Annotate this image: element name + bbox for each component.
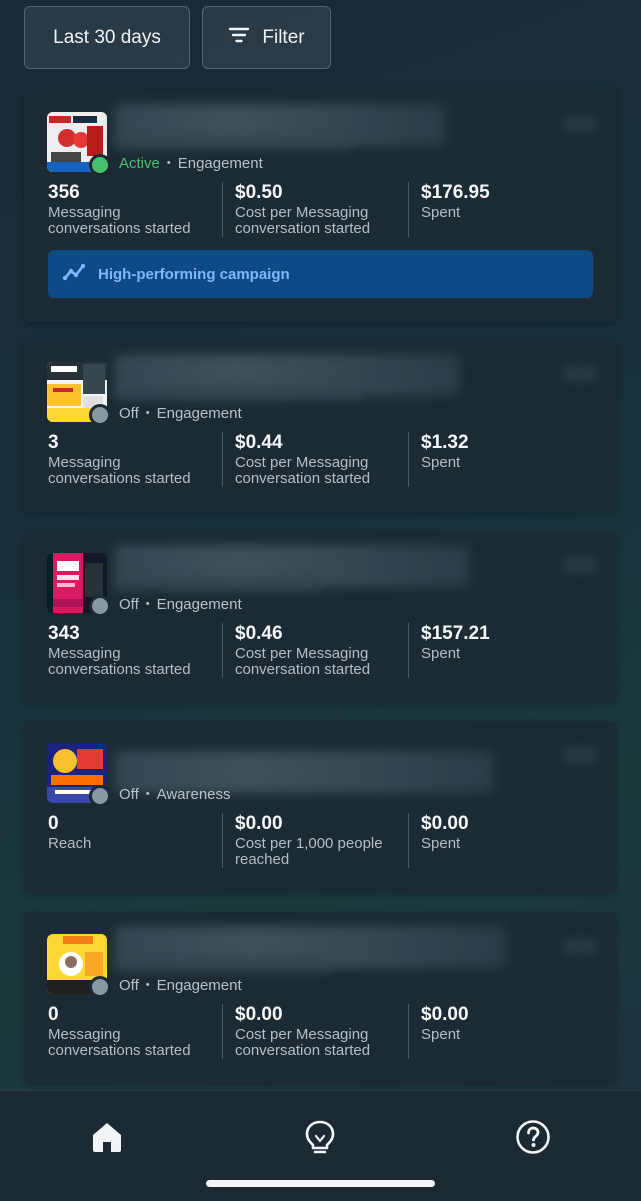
metric-spent: $176.95 Spent — [408, 182, 578, 237]
status-text: Active — [119, 155, 160, 172]
metric-label: Cost per Messaging conversation started — [235, 645, 371, 678]
more-options-button[interactable] — [563, 938, 597, 954]
metric-value: 0 — [48, 813, 59, 834]
help-icon[interactable] — [515, 1119, 551, 1155]
metric-value: $176.95 — [421, 182, 490, 203]
metric-value: $157.21 — [421, 623, 490, 644]
metric-spent: $0.00 Spent — [408, 1004, 578, 1059]
status-indicator — [89, 595, 111, 617]
trend-up-icon — [62, 262, 86, 286]
objective-text: Engagement — [156, 405, 242, 422]
more-options-button[interactable] — [563, 557, 597, 573]
metric-cost: $0.50 Cost per Messaging conversation st… — [222, 182, 408, 237]
metric-value: 356 — [48, 182, 80, 203]
metric-label: Spent — [421, 1026, 461, 1043]
metric-label: Reach — [48, 835, 92, 852]
campaign-name-redacted-line2 — [114, 386, 364, 400]
metric-label: Spent — [421, 454, 461, 471]
status-indicator — [89, 976, 111, 998]
high-performing-banner[interactable]: High-performing campaign — [48, 250, 593, 298]
date-range-button[interactable]: Last 30 days — [24, 6, 190, 69]
metrics-row: 356 Messaging conversations started $0.5… — [48, 182, 578, 237]
objective-text: Engagement — [177, 155, 263, 172]
home-icon[interactable] — [89, 1119, 125, 1155]
objective-text: Engagement — [156, 596, 242, 613]
status-text: Off — [119, 596, 139, 613]
metric-value: 3 — [48, 432, 59, 453]
campaign-name-redacted-line2 — [114, 958, 334, 972]
date-range-label: Last 30 days — [53, 26, 161, 48]
status-text: Off — [119, 405, 139, 422]
metric-label: Spent — [421, 835, 461, 852]
metric-value: $0.00 — [421, 813, 469, 834]
metrics-row: 0 Messaging conversations started $0.00 … — [48, 1004, 578, 1059]
metric-value: $1.32 — [421, 432, 469, 453]
metric-label: Messaging conversations started — [48, 204, 191, 237]
metric-cost: $0.44 Cost per Messaging conversation st… — [222, 432, 408, 487]
status-indicator — [89, 154, 111, 176]
metrics-row: 3 Messaging conversations started $0.44 … — [48, 432, 578, 487]
metric-value: $0.00 — [235, 1004, 283, 1025]
campaign-card[interactable]: Off • Engagement 0 Messaging conversations… — [24, 912, 617, 1084]
metric-spent: $1.32 Spent — [408, 432, 578, 487]
metric-value: $0.00 — [235, 813, 283, 834]
status-indicator — [89, 785, 111, 807]
objective-text: Engagement — [156, 977, 242, 994]
metric-label: Cost per Messaging conversation started — [235, 1026, 371, 1059]
more-options-button[interactable] — [563, 116, 597, 132]
metric-label: Messaging conversations started — [48, 454, 191, 487]
status-text: Off — [119, 977, 139, 994]
filter-label: Filter — [262, 26, 305, 48]
metric-label: Cost per Messaging conversation started — [235, 454, 371, 487]
metric-value: $0.44 — [235, 432, 283, 453]
home-indicator[interactable] — [206, 1180, 435, 1187]
campaign-name-redacted-line2 — [114, 136, 354, 150]
campaign-status-line: Active • Engagement — [119, 155, 263, 172]
filter-icon — [228, 26, 250, 50]
metric-label: Cost per 1,000 people reached — [235, 835, 383, 868]
metric-cost: $0.00 Cost per Messaging conversation st… — [222, 1004, 408, 1059]
metric-results: 0 Reach — [48, 813, 222, 868]
campaign-card[interactable]: Off • Awareness 0 Reach $0.00 Cost per 1,0… — [24, 721, 617, 893]
metric-results: 0 Messaging conversations started — [48, 1004, 222, 1059]
metric-label: Messaging conversations started — [48, 645, 191, 678]
metric-value: $0.50 — [235, 182, 283, 203]
campaign-card[interactable]: Off • Engagement 343 Messaging conversatio… — [24, 531, 617, 703]
campaign-status-line: Off • Engagement — [119, 405, 242, 422]
metric-cost: $0.00 Cost per 1,000 people reached — [222, 813, 408, 868]
more-options-button[interactable] — [563, 366, 597, 382]
metrics-row: 0 Reach $0.00 Cost per 1,000 people reac… — [48, 813, 578, 868]
status-text: Off — [119, 786, 139, 803]
metrics-row: 343 Messaging conversations started $0.4… — [48, 623, 578, 678]
metric-label: Spent — [421, 204, 461, 221]
objective-text: Awareness — [156, 786, 231, 803]
metric-results: 356 Messaging conversations started — [48, 182, 222, 237]
metric-value: 343 — [48, 623, 80, 644]
campaign-status-line: Off • Awareness — [119, 786, 231, 803]
campaign-status-line: Off • Engagement — [119, 596, 242, 613]
more-options-button[interactable] — [563, 747, 597, 763]
campaign-card[interactable]: Off • Engagement 3 Messaging conversations… — [24, 340, 617, 512]
campaign-card[interactable]: Active • Engagement 356 Messaging conversa… — [24, 90, 617, 322]
filter-button[interactable]: Filter — [202, 6, 331, 69]
lightbulb-icon[interactable] — [302, 1119, 338, 1155]
status-indicator — [89, 404, 111, 426]
metric-value: $0.46 — [235, 623, 283, 644]
metric-value: 0 — [48, 1004, 59, 1025]
metric-spent: $157.21 Spent — [408, 623, 578, 678]
metric-label: Cost per Messaging conversation started — [235, 204, 371, 237]
metric-results: 3 Messaging conversations started — [48, 432, 222, 487]
campaign-name-redacted-line2 — [114, 577, 324, 591]
metric-results: 343 Messaging conversations started — [48, 623, 222, 678]
metric-label: Spent — [421, 645, 461, 662]
campaign-status-line: Off • Engagement — [119, 977, 242, 994]
metric-value: $0.00 — [421, 1004, 469, 1025]
metric-spent: $0.00 Spent — [408, 813, 578, 868]
toolbar: Last 30 days Filter — [24, 6, 331, 69]
banner-label: High-performing campaign — [98, 265, 290, 283]
metric-cost: $0.46 Cost per Messaging conversation st… — [222, 623, 408, 678]
metric-label: Messaging conversations started — [48, 1026, 191, 1059]
